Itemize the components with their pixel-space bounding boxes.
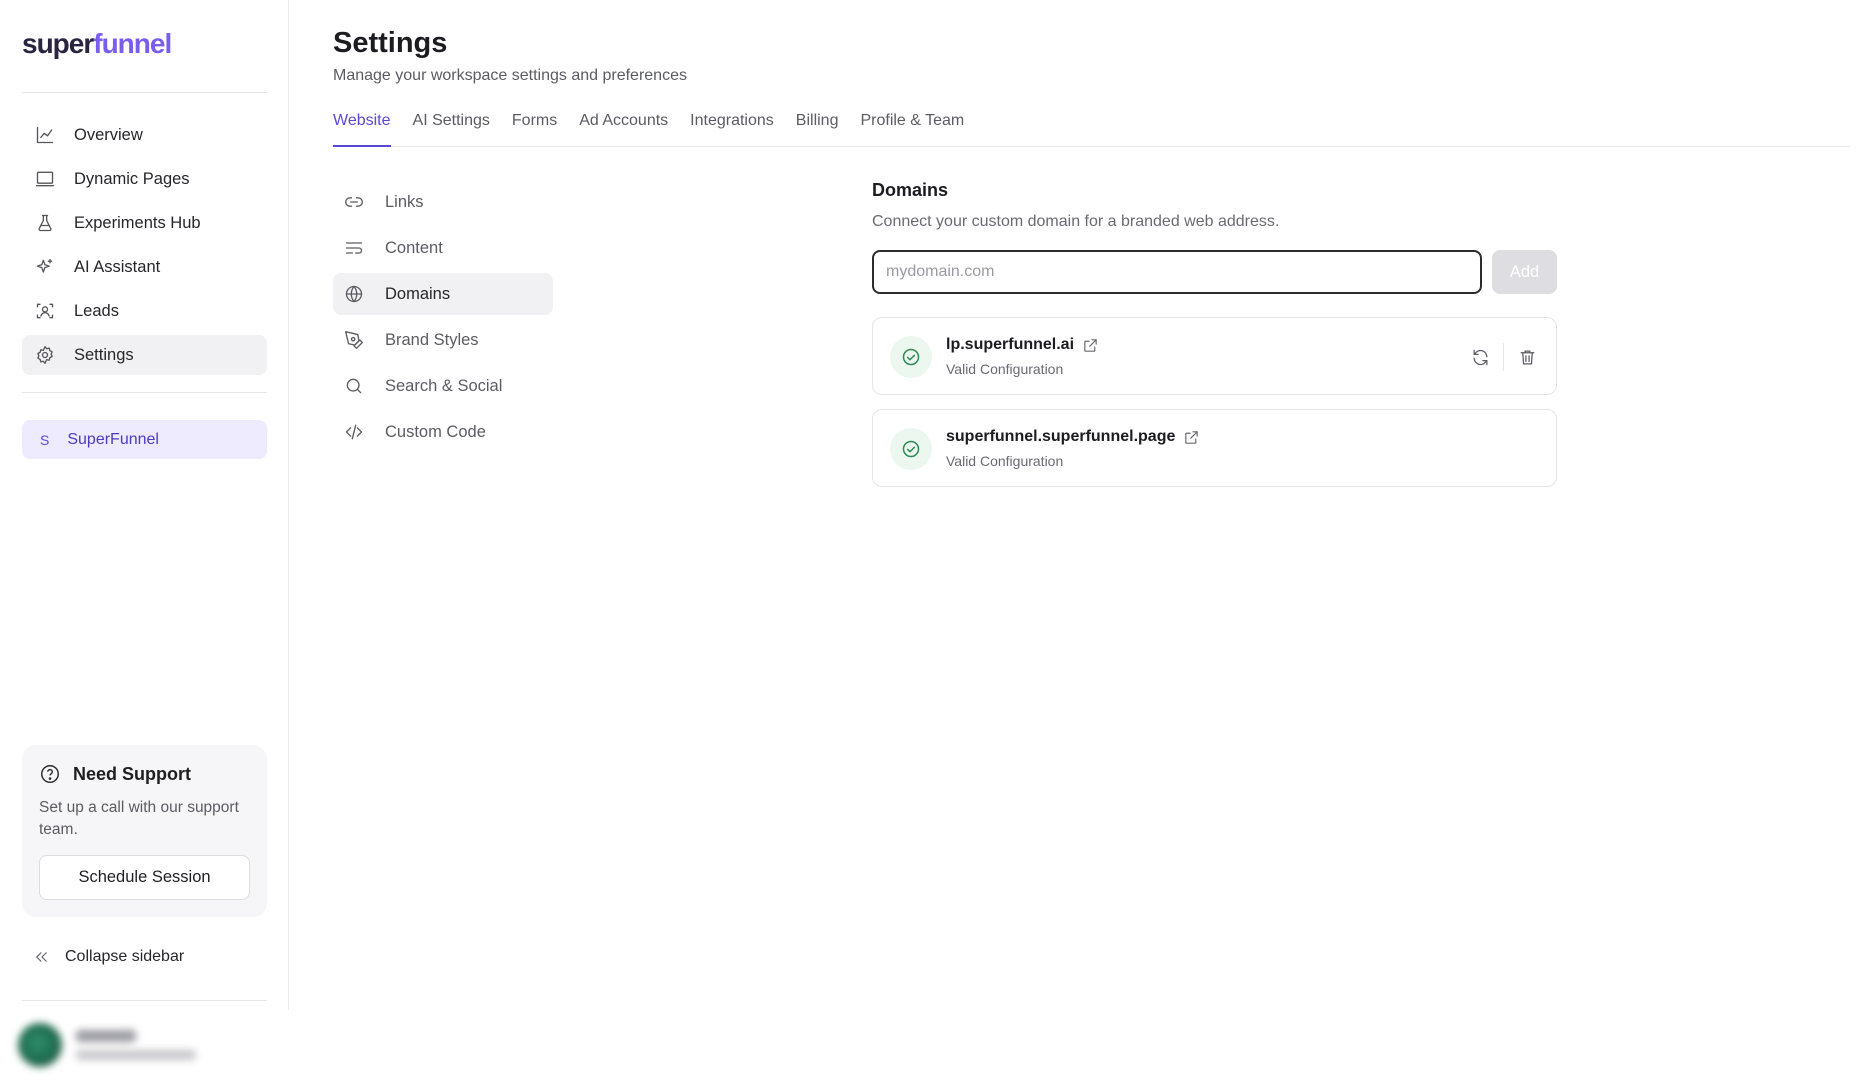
- sidebar-item-experiments-hub[interactable]: Experiments Hub: [22, 203, 267, 243]
- tab-forms[interactable]: Forms: [512, 109, 557, 147]
- subnav-item-label: Brand Styles: [385, 330, 479, 349]
- domain-name-text: superfunnel.superfunnel.page: [946, 428, 1176, 445]
- sidebar-item-label: Dynamic Pages: [74, 169, 190, 188]
- support-card: Need Support Set up a call with our supp…: [22, 745, 267, 917]
- sidebar-item-label: AI Assistant: [74, 257, 161, 276]
- domain-name-text: lp.superfunnel.ai: [946, 336, 1075, 353]
- trash-icon[interactable]: [1514, 344, 1540, 370]
- domains-section: Domains Connect your custom domain for a…: [872, 180, 1557, 487]
- page-title: Settings: [333, 27, 448, 59]
- sparkles-icon: [34, 256, 56, 278]
- check-circle-icon: [890, 428, 932, 470]
- domain-card: superfunnel.superfunnel.page Valid Confi…: [872, 409, 1557, 487]
- sidebar-nav: Overview Dynamic Pages Experiments Hub A…: [22, 115, 267, 379]
- domains-title: Domains: [872, 180, 949, 200]
- gear-icon: [34, 344, 56, 366]
- sidebar-item-ai-assistant[interactable]: AI Assistant: [22, 247, 267, 287]
- help-circle-icon: [41, 765, 59, 783]
- sidebar-divider: [22, 392, 267, 393]
- add-domain-button[interactable]: Add: [1492, 250, 1557, 294]
- subnav-item-search-social[interactable]: Search & Social: [333, 365, 553, 407]
- collapse-sidebar-label: Collapse sidebar: [65, 948, 185, 965]
- domain-name: lp.superfunnel.ai: [946, 336, 1099, 354]
- sidebar-item-label: Leads: [74, 301, 119, 320]
- chevrons-left-icon: [35, 952, 47, 962]
- external-link-icon[interactable]: [1183, 429, 1200, 446]
- logo-text-part2: funnel: [93, 28, 172, 59]
- external-link-icon[interactable]: [1082, 337, 1099, 354]
- website-subnav: Links Content Domains Brand Styles Searc…: [333, 181, 553, 457]
- subnav-item-label: Content: [385, 238, 443, 257]
- add-domain-row: Add: [872, 250, 1557, 294]
- chart-line-icon: [34, 124, 56, 146]
- text-lines-icon: [343, 237, 365, 259]
- tab-profile-team[interactable]: Profile & Team: [860, 109, 964, 147]
- check-circle-icon: [890, 336, 932, 378]
- subnav-item-label: Search & Social: [385, 376, 503, 395]
- tab-integrations[interactable]: Integrations: [690, 109, 774, 147]
- tab-website[interactable]: Website: [333, 109, 391, 147]
- domains-subtitle: Connect your custom domain for a branded…: [872, 213, 1280, 230]
- user-scan-icon: [34, 300, 56, 322]
- support-title: Need Support: [39, 763, 250, 785]
- action-divider: [1503, 343, 1504, 371]
- workspace-name: SuperFunnel: [67, 430, 159, 448]
- sidebar-item-overview[interactable]: Overview: [22, 115, 267, 155]
- sidebar-item-label: Overview: [74, 125, 143, 144]
- avatar: [18, 1023, 62, 1067]
- domain-status-text: Valid Configuration: [946, 453, 1064, 469]
- code-icon: [343, 421, 365, 443]
- subnav-item-label: Domains: [385, 284, 451, 303]
- workspace-initial: S: [40, 431, 50, 448]
- tab-billing[interactable]: Billing: [796, 109, 839, 147]
- sidebar: superfunnel Overview Dynamic Pages Exper…: [0, 0, 289, 1010]
- tab-ai-settings[interactable]: AI Settings: [413, 109, 490, 147]
- pen-tool-icon: [343, 329, 365, 351]
- tab-ad-accounts[interactable]: Ad Accounts: [579, 109, 668, 147]
- domain-card: lp.superfunnel.ai Valid Configuration: [872, 317, 1557, 395]
- workspace-switcher[interactable]: S SuperFunnel: [22, 420, 267, 459]
- support-text: Set up a call with our support team.: [39, 799, 239, 838]
- globe-icon: [343, 283, 365, 305]
- user-info-blurred: [76, 1030, 196, 1060]
- logo-text-part1: super: [22, 28, 94, 59]
- support-title-text: Need Support: [73, 763, 192, 784]
- subnav-item-content[interactable]: Content: [333, 227, 553, 269]
- subnav-item-brand-styles[interactable]: Brand Styles: [333, 319, 553, 361]
- monitor-icon: [34, 168, 56, 190]
- sidebar-item-label: Experiments Hub: [74, 213, 201, 232]
- sidebar-item-leads[interactable]: Leads: [22, 291, 267, 331]
- domain-status-text: Valid Configuration: [946, 361, 1064, 377]
- domain-actions: [1467, 343, 1540, 371]
- domain-name: superfunnel.superfunnel.page: [946, 428, 1200, 446]
- subnav-item-domains[interactable]: Domains: [333, 273, 553, 315]
- sidebar-divider: [22, 1000, 267, 1001]
- subnav-item-label: Custom Code: [385, 422, 486, 441]
- user-profile[interactable]: [18, 1020, 268, 1070]
- flask-icon: [34, 212, 56, 234]
- search-icon: [343, 375, 365, 397]
- page-subtitle: Manage your workspace settings and prefe…: [333, 67, 687, 84]
- sidebar-divider: [22, 92, 267, 93]
- schedule-session-button[interactable]: Schedule Session: [39, 855, 250, 900]
- sidebar-item-label: Settings: [74, 345, 134, 364]
- subnav-item-custom-code[interactable]: Custom Code: [333, 411, 553, 453]
- collapse-sidebar-button[interactable]: Collapse sidebar: [33, 948, 184, 966]
- sidebar-item-settings[interactable]: Settings: [22, 335, 267, 375]
- superfunnel-logo[interactable]: superfunnel: [22, 28, 172, 60]
- link-icon: [343, 191, 365, 213]
- sidebar-item-dynamic-pages[interactable]: Dynamic Pages: [22, 159, 267, 199]
- subnav-item-links[interactable]: Links: [333, 181, 553, 223]
- subnav-item-label: Links: [385, 192, 424, 211]
- refresh-icon[interactable]: [1467, 344, 1493, 370]
- app-root: superfunnel Overview Dynamic Pages Exper…: [0, 0, 1873, 1080]
- domain-input[interactable]: [872, 250, 1482, 294]
- settings-tabs: Website AI Settings Forms Ad Accounts In…: [333, 109, 1850, 147]
